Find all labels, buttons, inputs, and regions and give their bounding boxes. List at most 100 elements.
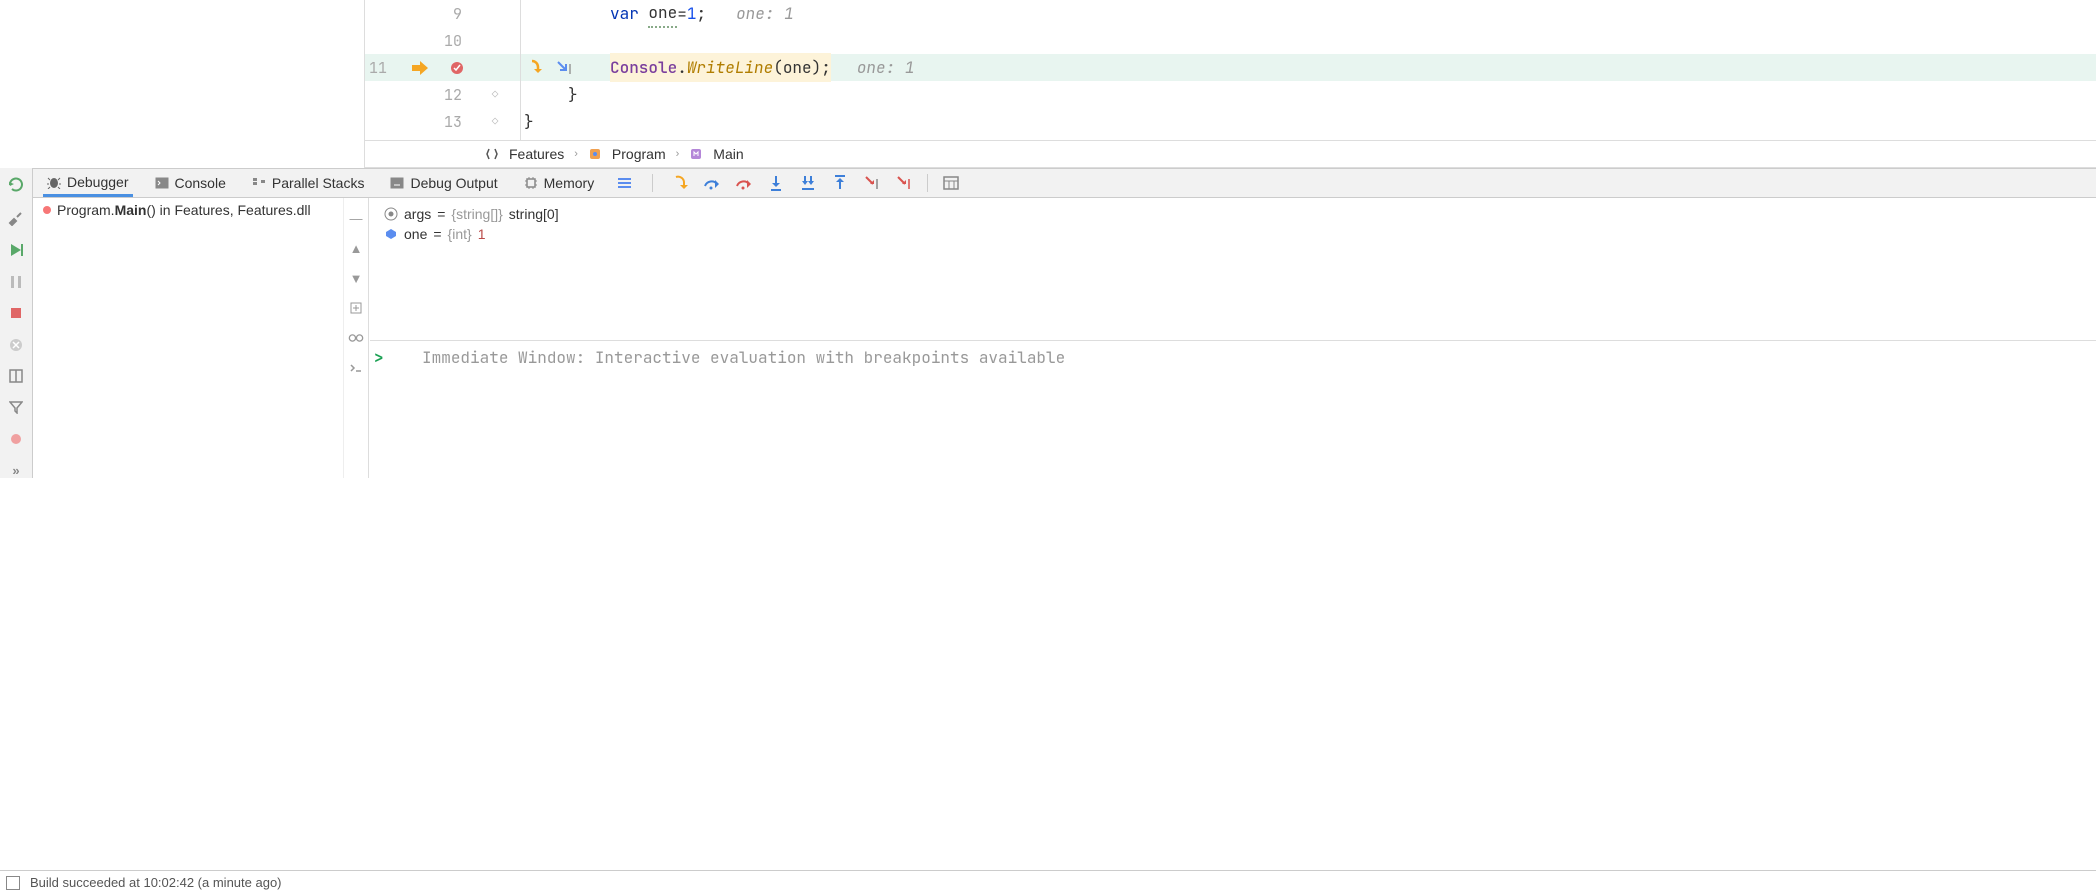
line-number[interactable]: 12 [365, 85, 470, 105]
field-icon [384, 228, 398, 240]
brace: } [524, 108, 534, 135]
current-execution-icon [412, 61, 434, 75]
code-text: (one); [773, 57, 831, 78]
eq: = [433, 226, 441, 242]
variable-name: one [404, 226, 427, 242]
variable-row[interactable]: args = {string[]} string[0] [384, 204, 2082, 224]
memory-icon [524, 176, 538, 190]
mute-breakpoints-button[interactable] [6, 431, 26, 446]
step-into-button[interactable] [767, 174, 785, 192]
tab-label: Memory [544, 175, 595, 191]
namespace-icon [485, 147, 499, 161]
stack-frame[interactable]: Program.Main() in Features, Features.dll [33, 198, 370, 222]
variable-name: args [404, 206, 431, 222]
bug-icon [47, 175, 61, 189]
output-icon [390, 176, 404, 190]
pause-button[interactable] [6, 274, 26, 289]
kill-button[interactable] [6, 337, 26, 352]
frames-panel[interactable]: Program.Main() in Features, Features.dll [33, 198, 370, 478]
stop-button[interactable] [6, 305, 26, 320]
smart-step-into-button[interactable] [799, 174, 817, 192]
immediate-prompt: > [374, 347, 384, 368]
line-number[interactable]: 9 [365, 4, 470, 24]
rerun-button[interactable] [6, 176, 26, 194]
fold-handle-icon[interactable]: ◇ [492, 88, 499, 102]
frames-side-toolbar: — ▲ ▼ [343, 198, 369, 478]
terminal-icon[interactable] [348, 360, 364, 376]
variable-type: {string[]} [451, 206, 502, 222]
tab-memory[interactable]: Memory [520, 169, 599, 197]
cursor-run-icon [556, 60, 574, 76]
status-square-icon[interactable] [6, 876, 20, 890]
keyword: var [610, 0, 639, 27]
next-frame-button[interactable]: ▼ [348, 270, 364, 286]
add-frame-button[interactable] [348, 300, 364, 316]
tab-label: Parallel Stacks [272, 175, 365, 191]
glasses-icon[interactable] [348, 330, 364, 346]
frame-method: Main [115, 202, 147, 218]
collapse-icon[interactable]: — [348, 210, 364, 226]
force-step-over-button[interactable] [735, 174, 753, 192]
tab-parallel-stacks[interactable]: Parallel Stacks [248, 169, 369, 197]
variables-panel[interactable]: args = {string[]} string[0] one = {int} … [370, 198, 2096, 338]
settings-button[interactable] [6, 210, 26, 226]
tab-console[interactable]: Console [151, 169, 230, 197]
variable-row[interactable]: one = {int} 1 [384, 224, 2082, 244]
variable-value: 1 [478, 226, 486, 242]
tab-label: Console [175, 175, 226, 191]
chevron-right-icon: › [574, 148, 578, 160]
line-number[interactable]: 10 [365, 31, 470, 51]
tab-label: Debugger [67, 174, 129, 190]
editor-blank-region [0, 0, 365, 168]
identifier: one [648, 0, 677, 28]
force-run-to-cursor-button[interactable] [895, 174, 913, 192]
frame-indicator-icon [43, 206, 51, 214]
run-to-cursor-button[interactable] [863, 174, 881, 192]
breadcrumb-item[interactable]: Program [612, 146, 666, 162]
step-in-arrow-icon [526, 59, 544, 77]
breakpoint-icon[interactable] [450, 61, 470, 75]
class-icon [588, 147, 602, 161]
frame-location: () in Features, Features.dll [146, 202, 310, 218]
separator [927, 174, 928, 192]
line-number[interactable]: 11 [365, 58, 395, 78]
breadcrumb-item[interactable]: Features [509, 146, 564, 162]
status-bar: Build succeeded at 10:02:42 (a minute ag… [0, 870, 2096, 894]
show-execution-point-button[interactable] [671, 174, 689, 192]
inline-value-hint: one: 1 [857, 54, 915, 81]
step-out-button[interactable] [831, 174, 849, 192]
tab-debugger[interactable]: Debugger [43, 169, 133, 197]
prev-frame-button[interactable]: ▲ [348, 240, 364, 256]
separator [652, 174, 653, 192]
fold-handle-icon[interactable]: ◇ [492, 115, 499, 129]
immediate-window[interactable]: > Immediate Window: Interactive evaluati… [370, 340, 2096, 470]
resume-button[interactable] [6, 242, 26, 258]
inline-value-hint: one: 1 [736, 0, 794, 27]
code-text: ; [696, 0, 706, 27]
stacks-icon [252, 176, 266, 190]
debug-left-toolbar: » [0, 168, 33, 478]
immediate-placeholder: Immediate Window: Interactive evaluation… [422, 347, 1065, 368]
layout-button[interactable] [6, 368, 26, 383]
breadcrumb-item[interactable]: Main [713, 146, 743, 162]
evaluate-expression-button[interactable] [942, 174, 960, 192]
param-icon [384, 207, 398, 221]
code-text: = [677, 0, 687, 27]
chevron-right-icon: › [676, 148, 680, 160]
status-text: Build succeeded at 10:02:42 (a minute ag… [30, 875, 282, 890]
eq: = [437, 206, 445, 222]
method-icon [689, 147, 703, 161]
tab-debug-output[interactable]: Debug Output [386, 169, 501, 197]
breadcrumb[interactable]: Features › Program › Main [365, 140, 2096, 168]
debug-tabs: Debugger Console Parallel Stacks Debug O… [33, 168, 2096, 198]
threads-icon[interactable] [616, 174, 634, 192]
more-button[interactable]: » [6, 463, 26, 478]
method-call: WriteLine [687, 57, 773, 78]
filter-button[interactable] [6, 400, 26, 415]
line-number[interactable]: 13 [365, 112, 470, 132]
code-text: . [677, 57, 687, 78]
tab-label: Debug Output [410, 175, 497, 191]
step-over-button[interactable] [703, 174, 721, 192]
console-icon [155, 176, 169, 190]
variable-type: {int} [448, 226, 472, 242]
